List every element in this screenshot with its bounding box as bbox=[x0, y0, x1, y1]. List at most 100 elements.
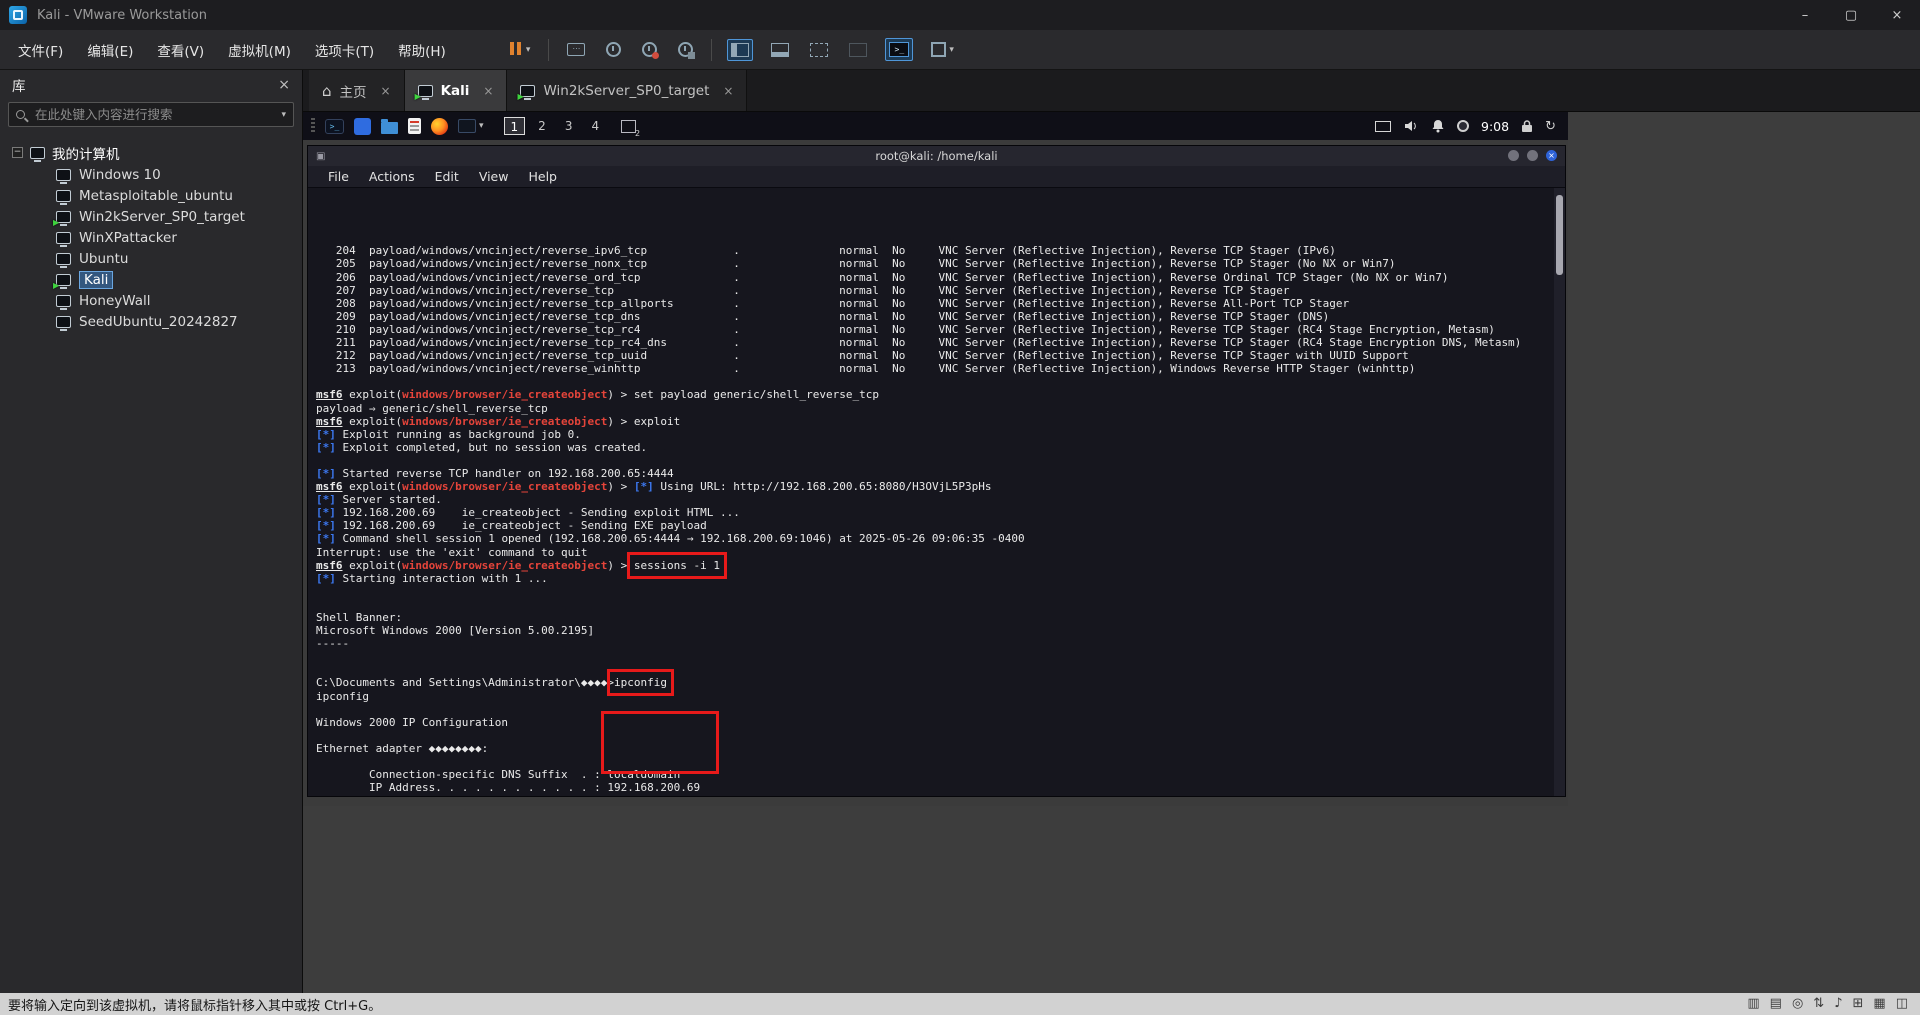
tree-root-label: 我的计算机 bbox=[52, 146, 120, 163]
settings-icon[interactable]: ◫ bbox=[1896, 993, 1908, 1015]
terminal-line: msf6 exploit(windows/browser/ie_createob… bbox=[316, 551, 728, 579]
chevron-down-icon[interactable]: ▾ bbox=[526, 45, 531, 55]
menu-item-5[interactable]: 帮助(H) bbox=[386, 33, 458, 67]
window-stack-icon[interactable]: 2 bbox=[621, 119, 640, 138]
workspace-4[interactable]: 4 bbox=[585, 117, 605, 135]
highlight-box-ip-values bbox=[601, 711, 719, 774]
lock-icon[interactable] bbox=[1521, 119, 1533, 133]
toolbar: ▾ ⋯ >_ ▾ bbox=[506, 37, 957, 62]
vm-monitor-icon bbox=[56, 315, 71, 331]
tab-close-icon[interactable]: × bbox=[483, 84, 493, 98]
library-search[interactable]: ▾ bbox=[8, 102, 294, 127]
terminal-minimize-button[interactable] bbox=[1508, 150, 1519, 161]
terminal-titlebar[interactable]: ▣ root@kali: /home/kali × bbox=[308, 146, 1565, 166]
menu-item-3[interactable]: 虚拟机(M) bbox=[216, 33, 303, 67]
console-view-button[interactable]: >_ bbox=[885, 38, 914, 61]
terminal-line: ----- bbox=[316, 637, 350, 651]
revert-snapshot-button[interactable] bbox=[639, 39, 660, 60]
terminal-line: Microsoft Windows 2000 [Version 5.00.219… bbox=[316, 624, 595, 638]
network-icon[interactable]: ⇅ bbox=[1813, 993, 1824, 1015]
firefox-icon[interactable] bbox=[431, 117, 448, 135]
sidebar-item-win2kserver-sp0-target[interactable]: Win2kServer_SP0_target bbox=[0, 206, 302, 227]
terminal-scrollbar[interactable] bbox=[1554, 188, 1565, 796]
workspace-2[interactable]: 2 bbox=[532, 117, 552, 135]
sidebar-item-metasploitable-ubuntu[interactable]: Metasploitable_ubuntu bbox=[0, 185, 302, 206]
terminal-menu-actions[interactable]: Actions bbox=[359, 169, 425, 184]
search-input[interactable] bbox=[33, 106, 282, 123]
maximize-button[interactable]: ▢ bbox=[1828, 0, 1874, 30]
usb-icon[interactable]: ⊞ bbox=[1853, 993, 1864, 1015]
send-ctrl-alt-del-button[interactable]: ⋯ bbox=[564, 40, 588, 59]
chevron-down-icon[interactable]: ▾ bbox=[949, 45, 954, 55]
suspend-button[interactable]: ▾ bbox=[506, 37, 534, 62]
workspace-3[interactable]: 3 bbox=[559, 117, 579, 135]
window-controls: – ▢ × bbox=[1782, 0, 1920, 30]
sidebar-item-winxpattacker[interactable]: WinXPattacker bbox=[0, 227, 302, 248]
terminal-window[interactable]: ▣ root@kali: /home/kali × File Actions Edi… bbox=[307, 145, 1566, 797]
sidebar-item-honeywall[interactable]: HoneyWall bbox=[0, 290, 302, 311]
terminal-line: Interrupt: use the 'exit' command to qui… bbox=[316, 545, 588, 559]
terminal-dropdown[interactable]: ▾ bbox=[458, 119, 484, 133]
text-editor-icon[interactable] bbox=[408, 118, 421, 134]
tree-expander-icon[interactable]: − bbox=[12, 147, 23, 158]
display-icon[interactable]: ▦ bbox=[1873, 993, 1885, 1015]
terminal-menu-edit[interactable]: Edit bbox=[425, 169, 469, 184]
sidebar-item-windows-10[interactable]: Windows 10 bbox=[0, 164, 302, 185]
menu-item-4[interactable]: 选项卡(T) bbox=[303, 33, 386, 67]
unity-button[interactable] bbox=[846, 40, 870, 60]
tab-[interactable]: ⌂ 主页 × bbox=[309, 70, 405, 111]
thumbnail-bar-icon bbox=[771, 42, 790, 57]
sidebar-item-ubuntu[interactable]: Ubuntu bbox=[0, 248, 302, 269]
menu-item-0[interactable]: 文件(F) bbox=[6, 33, 75, 67]
tab-close-icon[interactable]: × bbox=[381, 84, 391, 98]
library-close-icon[interactable]: × bbox=[278, 77, 290, 93]
tab-win2kserver-sp0-target[interactable]: Win2kServer_SP0_target × bbox=[507, 70, 748, 111]
show-thumbnail-bar-button[interactable] bbox=[768, 40, 792, 60]
show-library-button[interactable] bbox=[727, 38, 754, 61]
tab-kali[interactable]: Kali × bbox=[404, 70, 508, 111]
sidebar-item-seedubuntu-20242827[interactable]: SeedUbuntu_20242827 bbox=[0, 311, 302, 332]
volume-icon[interactable] bbox=[1403, 119, 1419, 133]
terminal-menu-file[interactable]: File bbox=[318, 169, 359, 184]
chevron-down-icon[interactable]: ▾ bbox=[281, 110, 286, 120]
take-snapshot-button[interactable] bbox=[603, 39, 624, 60]
session-menu-icon[interactable]: ↻ bbox=[1545, 119, 1556, 134]
fit-guest-button[interactable] bbox=[807, 40, 831, 60]
terminal-line: Shell Banner: bbox=[316, 611, 403, 624]
menu-item-2[interactable]: 查看(V) bbox=[145, 33, 216, 67]
workspace-1[interactable]: 1 bbox=[503, 117, 526, 135]
terminal-launcher-icon[interactable]: >_ bbox=[325, 118, 344, 134]
status-circle-icon[interactable] bbox=[1457, 120, 1470, 132]
fullscreen-button[interactable]: ▾ bbox=[928, 39, 957, 60]
terminal-close-button[interactable]: × bbox=[1546, 150, 1557, 161]
files-app-icon[interactable] bbox=[354, 117, 371, 135]
display-icon[interactable] bbox=[1375, 120, 1392, 132]
clock[interactable]: 9:08 bbox=[1481, 119, 1509, 134]
terminal-body[interactable]: 204 payload/windows/vncinject/reverse_ip… bbox=[308, 188, 1565, 796]
terminal-line: [*] Exploit running as background job 0. bbox=[316, 427, 581, 441]
vm-label: Win2kServer_SP0_target bbox=[79, 208, 245, 225]
menu-item-1[interactable]: 编辑(E) bbox=[75, 33, 145, 67]
minimize-button[interactable]: – bbox=[1782, 0, 1828, 30]
terminal-maximize-button[interactable] bbox=[1527, 150, 1538, 161]
tree-root-my-computer[interactable]: − 我的计算机 bbox=[0, 141, 302, 164]
folder-icon[interactable] bbox=[381, 118, 398, 134]
hard-disk-icon[interactable]: ▤ bbox=[1770, 993, 1782, 1015]
message-icon[interactable]: ▥ bbox=[1747, 993, 1759, 1015]
manage-snapshots-button[interactable] bbox=[675, 39, 696, 60]
terminal-line: [*] Started reverse TCP handler on 192.1… bbox=[316, 466, 674, 480]
sound-icon[interactable]: ♪ bbox=[1834, 993, 1842, 1015]
notifications-icon[interactable] bbox=[1431, 119, 1445, 133]
tab-close-icon[interactable]: × bbox=[723, 84, 733, 98]
terminal-menu-view[interactable]: View bbox=[469, 169, 519, 184]
terminal-line: [*] Starting interaction with 1 ... bbox=[316, 571, 548, 585]
highlighted-command: ipconfig bbox=[607, 669, 674, 697]
terminal-menu-help[interactable]: Help bbox=[518, 169, 567, 184]
vm-screen[interactable]: >_ ▾ 1234 2 9:08 ↻ ▣ root@kali: /home/ka… bbox=[303, 112, 1568, 806]
scrollbar-thumb[interactable] bbox=[1556, 195, 1563, 275]
cd-rom-icon[interactable]: ◎ bbox=[1792, 993, 1803, 1015]
close-button[interactable]: × bbox=[1874, 0, 1920, 30]
sidebar-item-kali[interactable]: Kali bbox=[0, 269, 302, 290]
